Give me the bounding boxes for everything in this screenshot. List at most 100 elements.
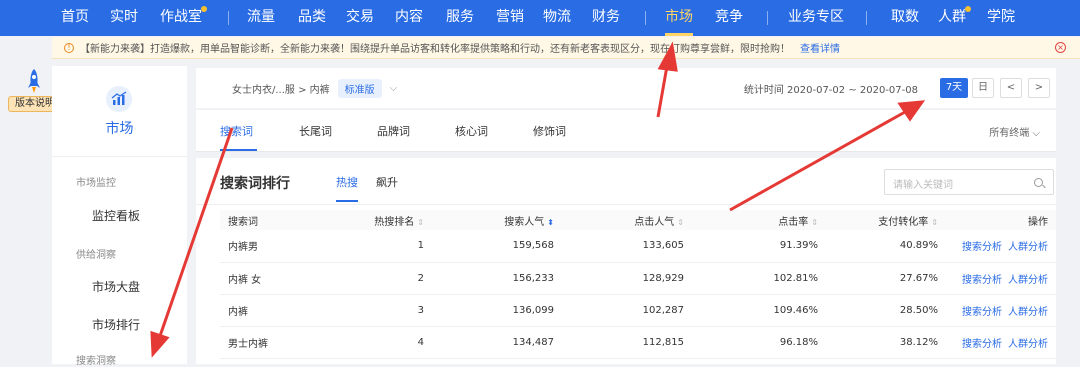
- subtab-hot[interactable]: 热搜: [336, 174, 358, 190]
- cell-search: 136,099: [432, 294, 562, 327]
- sort-icon: ⇕: [931, 217, 938, 227]
- cell-search: 156,233: [432, 262, 562, 295]
- nav-item[interactable]: 业务专区: [788, 0, 844, 36]
- cell-click: 102,287: [562, 294, 692, 327]
- tab-search-terms[interactable]: 搜索词: [220, 123, 253, 139]
- nav-item[interactable]: 内容: [395, 0, 423, 36]
- search-analysis-link[interactable]: 搜索分析: [962, 242, 1002, 253]
- cell-cvr: 27.67%: [826, 262, 946, 295]
- col-header-click-popularity[interactable]: 点击人气 ⇕: [562, 210, 692, 230]
- cell-cvr: 28.50%: [826, 294, 946, 327]
- cell-term: 内裤: [220, 294, 340, 327]
- cell-click: 128,929: [562, 262, 692, 295]
- divider: [52, 156, 187, 157]
- nav-item[interactable]: 市场: [665, 0, 693, 36]
- nav-item[interactable]: 学院: [987, 0, 1015, 36]
- nav-separator: [767, 11, 768, 25]
- nav-separator: [228, 11, 229, 25]
- cell-rank: 2: [340, 262, 432, 295]
- nav-item[interactable]: 服务: [446, 0, 474, 36]
- subtab-rising[interactable]: 飙升: [376, 174, 398, 190]
- nav-item[interactable]: 营销: [496, 0, 524, 36]
- col-header-search-popularity[interactable]: 搜索人气 ⬍: [432, 210, 562, 230]
- search-analysis-link[interactable]: 搜索分析: [962, 339, 1002, 350]
- sidebar: 市场 市场监控 监控看板 供给洞察 市场大盘 市场排行 搜索洞察: [52, 66, 187, 367]
- range-day-button[interactable]: 日: [972, 78, 994, 98]
- nav-item[interactable]: 品类: [298, 0, 326, 36]
- cell-ctr: 91.39%: [692, 230, 826, 263]
- ranking-table: 搜索词 热搜排名 ⇕ 搜索人气 ⬍ 点击人气 ⇕ 点击率 ⇕ 支付转化率 ⇕ 操作 内裤男…: [220, 210, 1056, 359]
- terminal-select[interactable]: 所有终端 ⌵: [989, 124, 1040, 139]
- cell-click: 112,815: [562, 326, 692, 359]
- sidebar-group-search: 搜索洞察: [76, 356, 116, 367]
- nav-item[interactable]: 竞争: [715, 0, 743, 36]
- sidebar-item-market-ranking[interactable]: 市场排行: [92, 316, 140, 333]
- cell-actions: 搜索分析 人群分析: [946, 294, 1056, 327]
- rocket-icon: [28, 69, 40, 93]
- nav-item[interactable]: 首页: [61, 0, 89, 36]
- nav-item[interactable]: 人群: [938, 0, 971, 36]
- sidebar-item-market-overview[interactable]: 市场大盘: [92, 278, 140, 295]
- nav-item[interactable]: 实时: [110, 0, 138, 36]
- search-analysis-link[interactable]: 搜索分析: [962, 307, 1002, 318]
- sort-desc-icon: ⬍: [547, 217, 554, 227]
- sort-icon: ⇕: [811, 217, 818, 227]
- nav-item[interactable]: 流量: [247, 0, 275, 36]
- table-row: 男士内裤 4 134,487 112,815 96.18% 38.12% 搜索分析 人群分析: [220, 326, 1056, 359]
- stat-time: 统计时间 2020-07-02 ~ 2020-07-08: [743, 85, 918, 96]
- cell-term: 男士内裤: [220, 326, 340, 359]
- panel-title: 搜索词排行: [220, 176, 290, 192]
- sidebar-group-monitor: 市场监控: [76, 178, 116, 189]
- table-row: 内裤男 1 159,568 133,605 91.39% 40.89% 搜索分析 人群分析: [220, 230, 1056, 263]
- crowd-analysis-link[interactable]: 人群分析: [1008, 275, 1048, 286]
- tab-modifier[interactable]: 修饰词: [533, 123, 566, 139]
- cell-actions: 搜索分析 人群分析: [946, 326, 1056, 359]
- tab-brand[interactable]: 品牌词: [377, 123, 410, 139]
- cell-term: 内裤男: [220, 230, 340, 263]
- cell-search: 134,487: [432, 326, 562, 359]
- table-row: 内裤 女 2 156,233 128,929 102.81% 27.67% 搜索分析 人群分析: [220, 262, 1056, 295]
- notification-dot: [965, 6, 971, 12]
- col-header-rank[interactable]: 热搜排名 ⇕: [340, 210, 432, 230]
- nav-item[interactable]: 财务: [592, 0, 620, 36]
- subtab-underline: [336, 200, 358, 202]
- breadcrumb[interactable]: 女士内衣/...服 > 内裤: [232, 81, 330, 96]
- tab-core[interactable]: 核心词: [455, 123, 488, 139]
- notification-dot: [201, 6, 207, 12]
- ranking-panel: 搜索词排行 热搜 飙升 请输入关键词 搜索词 热搜排名 ⇕ 搜索人气 ⬍ 点击人气 ⇕…: [196, 158, 1056, 364]
- prev-date-button[interactable]: <: [1000, 78, 1022, 98]
- cell-term: 内裤 女: [220, 262, 340, 295]
- crowd-analysis-link[interactable]: 人群分析: [1008, 307, 1048, 318]
- range-7day-button[interactable]: 7天: [940, 78, 968, 98]
- crowd-analysis-link[interactable]: 人群分析: [1008, 339, 1048, 350]
- cell-search: 159,568: [432, 230, 562, 263]
- sidebar-title: 市场: [105, 121, 134, 137]
- nav-item[interactable]: 物流: [543, 0, 571, 36]
- keyword-search-input[interactable]: 请输入关键词: [884, 169, 1054, 195]
- notice-text: 【新能力来袭】打造爆款，用单品智能诊断，全新能力来袭！围绕提升单品访客和转化率提…: [80, 44, 790, 55]
- crowd-analysis-link[interactable]: 人群分析: [1008, 242, 1048, 253]
- nav-separator: [645, 11, 646, 25]
- cell-ctr: 109.46%: [692, 294, 826, 327]
- col-header-ctr[interactable]: 点击率 ⇕: [692, 210, 826, 230]
- col-header-term: 搜索词: [220, 210, 340, 230]
- cell-rank: 4: [340, 326, 432, 359]
- nav-item[interactable]: 作战室: [160, 0, 207, 36]
- next-date-button[interactable]: >: [1028, 78, 1050, 98]
- nav-item[interactable]: 取数: [891, 0, 919, 36]
- tab-long-tail[interactable]: 长尾词: [299, 123, 332, 139]
- search-analysis-link[interactable]: 搜索分析: [962, 275, 1002, 286]
- sidebar-item-monitor-board[interactable]: 监控看板: [92, 207, 140, 224]
- top-navigation: 首页 实时 作战室 流量 品类 交易 内容 服务 营销 物流 财务 市场 竞争 业务专区 取数 人群 学院: [0, 0, 1080, 36]
- edition-badge: 标准版: [337, 78, 382, 98]
- sidebar-group-supply: 供给洞察: [76, 250, 116, 261]
- table-row: 内裤 3 136,099 102,287 109.46% 28.50% 搜索分析 人群分析: [220, 294, 1056, 327]
- chevron-down-icon[interactable]: ⌵: [390, 83, 398, 94]
- close-icon[interactable]: ×: [1055, 42, 1066, 53]
- notice-bar: ! 【新能力来袭】打造爆款，用单品智能诊断，全新能力来袭！围绕提升单品访客和转化…: [52, 37, 1080, 59]
- search-icon[interactable]: [1034, 178, 1043, 187]
- notice-details-link[interactable]: 查看详情: [800, 40, 840, 55]
- cell-click: 133,605: [562, 230, 692, 263]
- col-header-cvr[interactable]: 支付转化率 ⇕: [826, 210, 946, 230]
- nav-item[interactable]: 交易: [346, 0, 374, 36]
